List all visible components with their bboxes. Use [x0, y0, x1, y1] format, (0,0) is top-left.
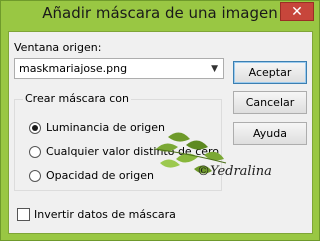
- cancel-button[interactable]: Cancelar: [233, 91, 307, 114]
- radio-button[interactable]: [29, 170, 41, 182]
- leaf-decoration: [153, 132, 227, 174]
- close-icon: ✕: [291, 3, 303, 20]
- close-button[interactable]: ✕: [280, 2, 314, 21]
- title-bar[interactable]: Añadir máscara de una imagen ✕: [1, 1, 319, 31]
- chevron-down-icon: ▼: [211, 64, 218, 74]
- group-title: Crear máscara con: [23, 92, 131, 105]
- window-title: Añadir máscara de una imagen: [42, 4, 278, 22]
- invert-mask-label[interactable]: Invertir datos de máscara: [34, 208, 176, 221]
- radio-button[interactable]: [29, 122, 41, 134]
- invert-mask-checkbox[interactable]: [17, 208, 30, 221]
- source-window-value: maskmariajose.png: [19, 62, 128, 75]
- radio-selected-dot: [32, 125, 38, 131]
- radio-label: Opacidad de origen: [46, 169, 154, 182]
- source-window-dropdown[interactable]: maskmariajose.png ▼: [14, 58, 224, 79]
- dialog-window: Añadir máscara de una imagen ✕ Ventana o…: [0, 0, 320, 241]
- radio-button[interactable]: [29, 146, 41, 158]
- accept-button[interactable]: Aceptar: [233, 61, 307, 84]
- source-window-label: Ventana origen:: [14, 41, 102, 54]
- watermark-signature: ©Yedralina: [197, 164, 272, 179]
